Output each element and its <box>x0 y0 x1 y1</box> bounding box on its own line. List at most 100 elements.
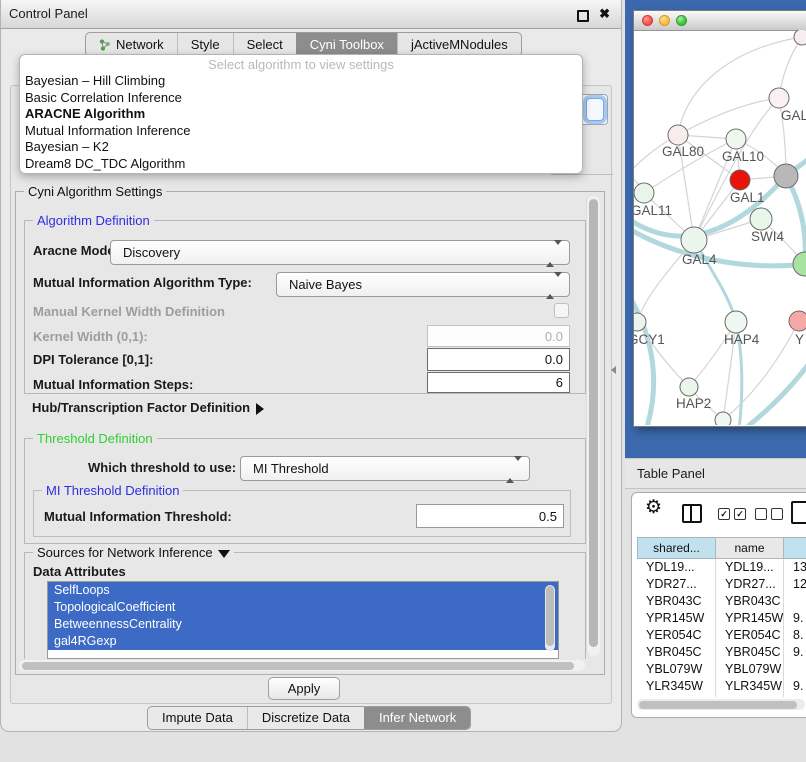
hub-definition-toggle[interactable]: Hub/Transcription Factor Definition <box>32 400 264 415</box>
dropdown-item[interactable]: ARACNE Algorithm <box>20 106 582 123</box>
dropdown-item[interactable]: Bayesian – K2 <box>20 139 582 156</box>
attribute-item-selected[interactable]: SelfLoops <box>48 582 558 599</box>
network-window-titlebar[interactable] <box>634 11 806 31</box>
aracne-mode-combo[interactable]: Discovery <box>110 240 570 265</box>
network-node[interactable] <box>715 412 731 425</box>
tab-impute-data[interactable]: Impute Data <box>148 707 247 729</box>
network-node-y[interactable] <box>789 311 806 331</box>
aracne-mode-value: Discovery <box>123 241 180 264</box>
network-canvas[interactable]: GALGAL80GAL10GAL1GAL11SWI4GAL4GCY1HAP4YH… <box>634 30 806 425</box>
settings-horizontal-scrollbar[interactable] <box>19 660 585 671</box>
table-row[interactable]: YER054CYER054C8. <box>637 627 806 644</box>
control-panel-titlebar[interactable]: Control Panel ✖ <box>1 0 621 29</box>
table-row[interactable]: YLR345WYLR345W9. <box>637 678 806 695</box>
node-label: GAL4 <box>682 252 717 267</box>
network-node-gal80[interactable] <box>668 125 688 145</box>
dropdown-header: Select algorithm to view settings <box>20 57 582 73</box>
mi-steps-label: Mutual Information Steps: <box>33 377 193 392</box>
float-window-icon[interactable] <box>577 10 589 22</box>
attribute-item-selected[interactable]: BetweennessCentrality <box>48 616 558 633</box>
close-icon[interactable]: ✖ <box>599 6 610 22</box>
table-row[interactable]: YDL19...YDL19...13 <box>637 559 806 576</box>
dpi-tolerance-field[interactable] <box>427 348 570 371</box>
show-columns-icon[interactable]: ✓✓ <box>718 508 746 520</box>
table-row[interactable]: YBR043CYBR043C <box>637 593 806 610</box>
table-cell: 9 <box>784 695 806 697</box>
network-node[interactable] <box>793 252 806 276</box>
table-row[interactable]: YPR145WYPR145W9. <box>637 610 806 627</box>
sources-title: Sources for Network Inference <box>37 545 213 560</box>
column-header[interactable] <box>784 537 806 559</box>
minimize-traffic-light-icon[interactable] <box>659 15 670 26</box>
table-row[interactable]: YDR27...YDR27...12 <box>637 576 806 593</box>
table-cell: YDL19... <box>716 559 784 576</box>
network-view-window[interactable]: GALGAL80GAL10GAL1GAL11SWI4GAL4GCY1HAP4YH… <box>633 10 806 427</box>
data-attributes-list[interactable]: SelfLoopsTopologicalCoefficientBetweenne… <box>47 581 559 659</box>
mi-threshold-field[interactable] <box>416 504 564 528</box>
table-horizontal-scrollbar[interactable] <box>637 699 805 710</box>
which-threshold-combo[interactable]: MI Threshold <box>240 456 530 481</box>
dropdown-item[interactable]: Mutual Information Inference <box>20 123 582 140</box>
panel-title: Control Panel <box>9 0 88 28</box>
table-cell: YIL052C <box>637 695 716 697</box>
tab-network[interactable]: Network <box>86 33 177 56</box>
network-node-gal11[interactable] <box>634 183 654 203</box>
tab-cyni-toolbox[interactable]: Cyni Toolbox <box>296 33 397 56</box>
hide-columns-icon[interactable] <box>755 508 783 520</box>
gear-icon[interactable]: ⚙ <box>645 498 662 517</box>
node-label: GAL <box>781 108 806 123</box>
network-node-swi4[interactable] <box>750 208 772 230</box>
columns-icon[interactable] <box>682 504 702 523</box>
tab-jactivemnodules[interactable]: jActiveMNodules <box>397 33 521 56</box>
dropdown-item[interactable]: Basic Correlation Inference <box>20 90 582 107</box>
split-pane-collapse-arrow[interactable] <box>611 366 616 374</box>
dropdown-item[interactable]: Dream8 DC_TDC Algorithm <box>20 156 582 173</box>
network-node[interactable] <box>774 164 798 188</box>
network-node-hap4[interactable] <box>725 311 747 333</box>
network-node-hap2[interactable] <box>680 378 698 396</box>
apply-button[interactable]: Apply <box>268 677 340 700</box>
combo-spinner-focused[interactable] <box>586 98 604 121</box>
table-cell: YLR345W <box>716 678 784 695</box>
column-header[interactable]: name <box>716 537 784 559</box>
sources-group-toggle[interactable]: Sources for Network Inference <box>33 545 234 560</box>
table-body[interactable]: YDL19...YDL19...13YDR27...YDR27...12YBR0… <box>637 559 806 697</box>
kernel-width-field[interactable] <box>427 325 570 347</box>
column-header[interactable]: shared... <box>637 537 716 559</box>
cyni-algorithm-settings-group: Cyni Algorithm Settings Algorithm Defini… <box>15 191 605 675</box>
node-label: GAL10 <box>722 149 764 164</box>
zoom-traffic-light-icon[interactable] <box>676 15 687 26</box>
table-cell: YDR27... <box>716 576 784 593</box>
network-node-gal4[interactable] <box>681 227 707 253</box>
network-node-gal1[interactable] <box>730 170 750 190</box>
tab-infer-network[interactable]: Infer Network <box>364 707 470 729</box>
mi-steps-field[interactable] <box>427 372 570 393</box>
table-cell: 12 <box>784 576 806 593</box>
attribute-item-selected[interactable]: gal4RGexp <box>48 633 558 650</box>
table-row[interactable]: YBR045CYBR045C9. <box>637 644 806 661</box>
table-cell: 13 <box>784 559 806 576</box>
manual-kernel-width-checkbox[interactable] <box>554 303 569 318</box>
attribute-item-selected[interactable]: TopologicalCoefficient <box>48 599 558 616</box>
table-cell: YPR145W <box>716 610 784 627</box>
settings-vertical-scrollbar[interactable] <box>586 196 600 656</box>
tab-style[interactable]: Style <box>177 33 233 56</box>
scrollbar-thumb[interactable] <box>639 701 797 709</box>
scrollbar-thumb[interactable] <box>589 199 598 647</box>
scrollbar-thumb[interactable] <box>22 662 574 670</box>
tab-discretize-data[interactable]: Discretize Data <box>247 707 364 729</box>
network-node-gal10[interactable] <box>726 129 746 149</box>
tab-select[interactable]: Select <box>233 33 296 56</box>
export-table-icon[interactable] <box>791 501 806 524</box>
close-traffic-light-icon[interactable] <box>642 15 653 26</box>
scrollbar-thumb[interactable] <box>546 586 554 646</box>
manual-kernel-width-label: Manual Kernel Width Definition <box>33 304 225 319</box>
mi-algorithm-type-combo[interactable]: Naive Bayes <box>276 272 570 297</box>
network-node-gal[interactable] <box>769 88 789 108</box>
dropdown-item[interactable]: Bayesian – Hill Climbing <box>20 73 582 90</box>
list-vertical-scrollbar[interactable] <box>545 585 555 651</box>
table-row[interactable]: YIL052CYIL052C9 <box>637 695 806 697</box>
table-cell <box>784 661 806 678</box>
table-row[interactable]: YBL079WYBL079W <box>637 661 806 678</box>
network-node[interactable] <box>794 30 806 45</box>
